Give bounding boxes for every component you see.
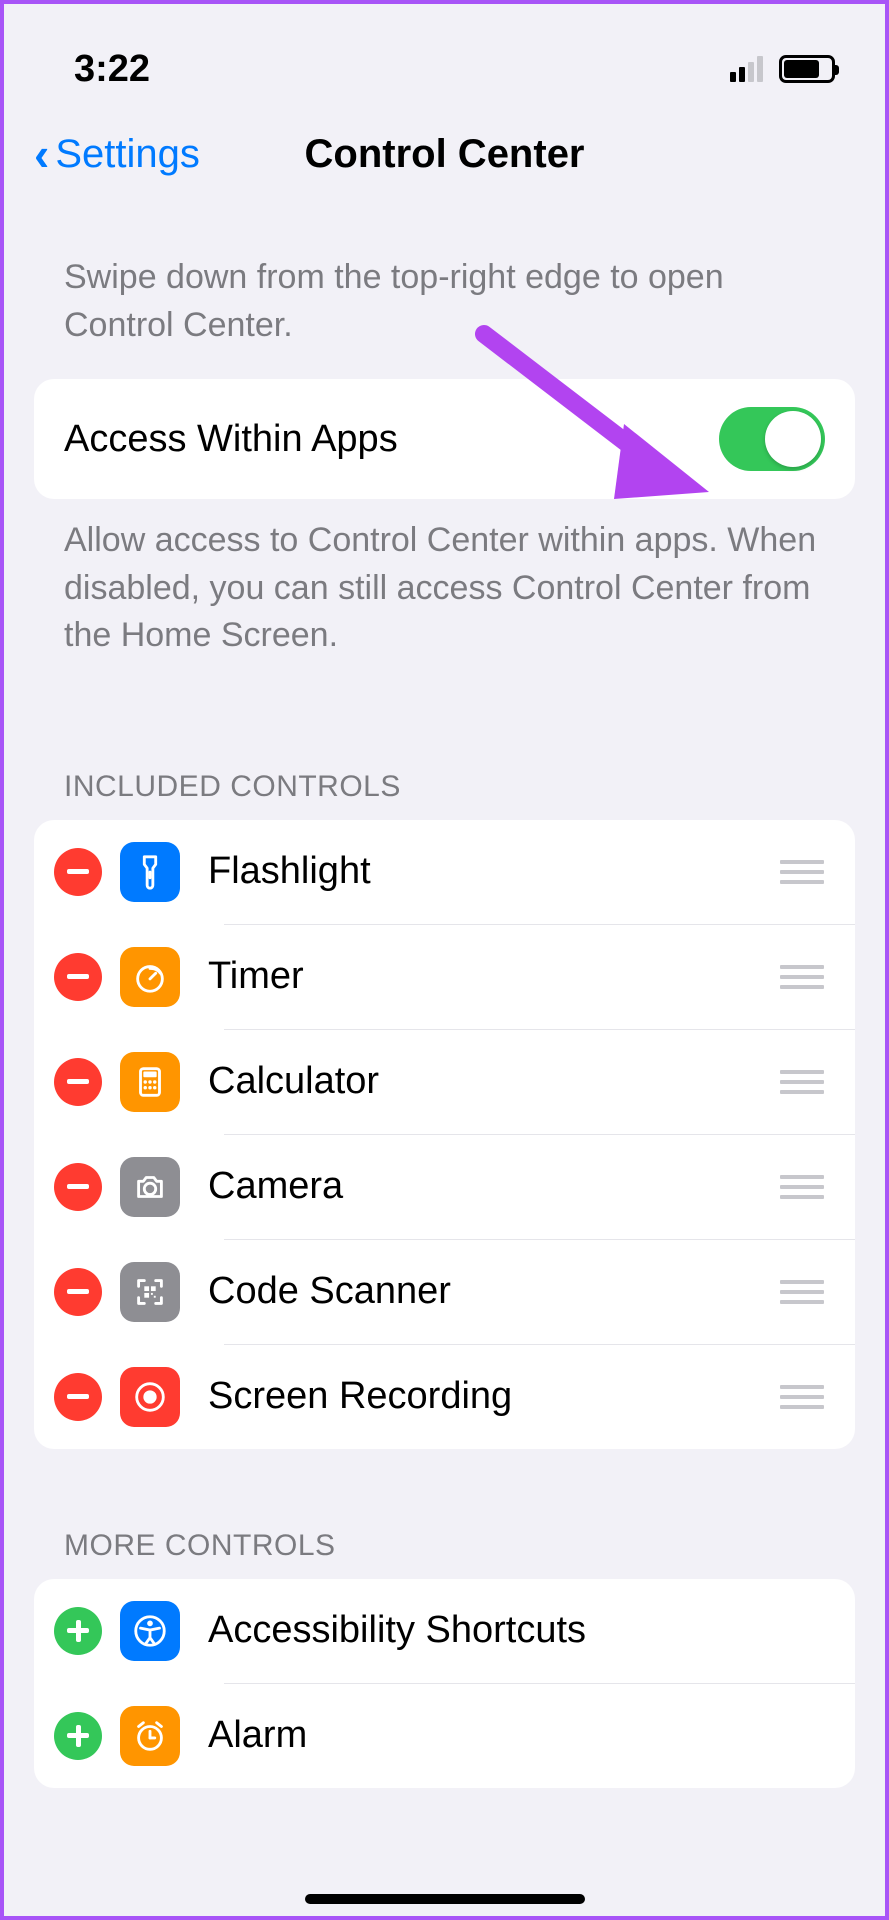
status-time: 3:22 xyxy=(74,48,150,91)
control-label: Timer xyxy=(198,955,761,998)
drag-handle-icon[interactable] xyxy=(779,1070,825,1094)
included-controls-list: Flashlight Timer Calculator Camera Code Scan… xyxy=(34,820,855,1449)
flashlight-icon xyxy=(120,842,180,902)
remove-button[interactable] xyxy=(54,1163,102,1211)
back-button[interactable]: ‹ Settings xyxy=(34,127,200,181)
control-label: Accessibility Shortcuts xyxy=(198,1609,835,1652)
control-label: Alarm xyxy=(198,1714,835,1757)
included-header: INCLUDED CONTROLS xyxy=(4,690,885,820)
accessibility-icon xyxy=(120,1601,180,1661)
remove-button[interactable] xyxy=(54,1058,102,1106)
access-footer: Allow access to Control Center within ap… xyxy=(4,499,885,690)
qr-icon xyxy=(120,1262,180,1322)
drag-handle-icon[interactable] xyxy=(779,965,825,989)
control-row: Alarm xyxy=(34,1684,855,1788)
drag-handle-icon[interactable] xyxy=(779,1280,825,1304)
settings-screen: 3:22 ‹ Settings Control Center Swipe dow… xyxy=(4,4,885,1916)
nav-header: ‹ Settings Control Center xyxy=(4,114,885,204)
access-toggle-label: Access Within Apps xyxy=(64,418,398,461)
control-row: Flashlight xyxy=(34,820,855,924)
control-label: Flashlight xyxy=(198,850,761,893)
drag-handle-icon[interactable] xyxy=(779,1175,825,1199)
access-card: Access Within Apps xyxy=(34,379,855,499)
control-label: Screen Recording xyxy=(198,1375,761,1418)
back-label: Settings xyxy=(55,132,200,177)
more-header: MORE CONTROLS xyxy=(4,1449,885,1579)
status-icons xyxy=(730,55,835,83)
status-bar: 3:22 xyxy=(4,4,885,114)
remove-button[interactable] xyxy=(54,1268,102,1316)
drag-handle-icon[interactable] xyxy=(779,1385,825,1409)
home-indicator xyxy=(305,1894,585,1904)
access-within-apps-row[interactable]: Access Within Apps xyxy=(34,379,855,499)
cellular-icon xyxy=(730,56,763,82)
record-icon xyxy=(120,1367,180,1427)
remove-button[interactable] xyxy=(54,953,102,1001)
control-row: Timer xyxy=(34,925,855,1029)
add-button[interactable] xyxy=(54,1712,102,1760)
drag-handle-icon[interactable] xyxy=(779,860,825,884)
remove-button[interactable] xyxy=(54,1373,102,1421)
remove-button[interactable] xyxy=(54,848,102,896)
chevron-left-icon: ‹ xyxy=(34,127,49,181)
battery-icon xyxy=(779,55,835,83)
control-label: Calculator xyxy=(198,1060,761,1103)
control-row: Code Scanner xyxy=(34,1240,855,1344)
calculator-icon xyxy=(120,1052,180,1112)
access-toggle-switch[interactable] xyxy=(719,407,825,471)
alarm-icon xyxy=(120,1706,180,1766)
control-row: Calculator xyxy=(34,1030,855,1134)
page-title: Control Center xyxy=(305,132,585,177)
timer-icon xyxy=(120,947,180,1007)
more-controls-list: Accessibility Shortcuts Alarm xyxy=(34,1579,855,1788)
add-button[interactable] xyxy=(54,1607,102,1655)
control-label: Code Scanner xyxy=(198,1270,761,1313)
control-label: Camera xyxy=(198,1165,761,1208)
control-row: Accessibility Shortcuts xyxy=(34,1579,855,1683)
camera-icon xyxy=(120,1157,180,1217)
intro-description: Swipe down from the top-right edge to op… xyxy=(4,204,885,379)
control-row: Camera xyxy=(34,1135,855,1239)
control-row: Screen Recording xyxy=(34,1345,855,1449)
